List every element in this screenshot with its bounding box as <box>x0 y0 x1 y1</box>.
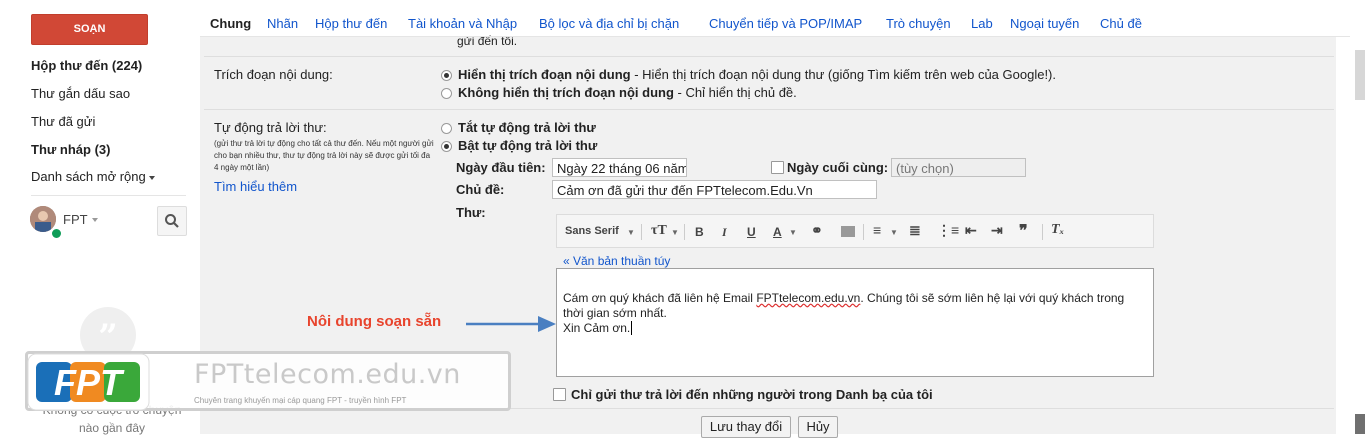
vacation-off-radio[interactable] <box>441 123 452 134</box>
body-link: FPTtelecom.edu.vn <box>756 291 861 305</box>
nav-sent[interactable]: Thư đã gửi <box>31 114 95 129</box>
save-button[interactable]: Lưu thay đổi <box>701 416 791 438</box>
snippets-label: Trích đoạn nội dung: <box>214 67 333 82</box>
subject-label: Chủ đề: <box>456 182 505 197</box>
chat-empty-text: nào gần đây <box>78 421 146 435</box>
underline-icon[interactable]: U <box>747 225 756 239</box>
indent-more-icon[interactable]: ⇥ <box>991 222 1003 239</box>
tab-chat[interactable]: Trò chuyện <box>886 16 951 31</box>
chevron-down-icon[interactable]: ▼ <box>890 228 898 237</box>
tab-filters[interactable]: Bộ lọc và địa chỉ bị chặn <box>539 16 679 31</box>
message-body-text: Cám ơn quý khách đã liên hệ Email FPTtel… <box>563 291 1125 335</box>
quote-icon[interactable]: ❞ <box>1019 221 1028 241</box>
search-icon <box>165 214 179 228</box>
tab-accounts[interactable]: Tài khoản và Nhập <box>408 16 517 31</box>
online-status-icon <box>50 227 63 240</box>
watermark-title: FPTtelecom.edu.vn <box>194 359 461 390</box>
scrollbar-thumb[interactable] <box>1355 414 1365 434</box>
tab-general[interactable]: Chung <box>210 16 252 31</box>
tab-forwarding[interactable]: Chuyển tiếp và POP/IMAP <box>709 16 862 31</box>
link-icon[interactable]: ⚭ <box>811 222 823 239</box>
chevron-down-icon[interactable]: ▼ <box>789 228 797 237</box>
search-people-button[interactable] <box>157 206 187 236</box>
snippets-show-option: Hiển thị trích đoạn nội dung - Hiển thị … <box>458 67 1056 82</box>
chevron-down-icon[interactable] <box>92 218 98 222</box>
chevron-down-icon <box>148 175 155 180</box>
italic-icon[interactable]: I <box>722 225 727 240</box>
font-family-select[interactable]: Sans Serif <box>565 225 619 237</box>
bulleted-list-icon[interactable]: ⋮≡ <box>937 222 959 239</box>
nav-starred[interactable]: Thư gắn dấu sao <box>31 86 130 101</box>
editor-toolbar: Sans Serif ▼ τT ▼ B I U A ▼ ⚭ ≡ ▼ ≣ ⋮≡ ⇤… <box>556 214 1154 248</box>
text-color-icon[interactable]: A <box>773 225 782 239</box>
divider <box>31 195 186 196</box>
divider <box>204 109 1334 110</box>
fpt-logo: FPT <box>27 353 150 411</box>
watermark-subtitle: Chuyên trang khuyến mại cáp quang FPT - … <box>194 396 407 405</box>
remove-formatting-icon[interactable]: Tₓ <box>1051 222 1064 238</box>
snippets-hide-radio[interactable] <box>441 88 452 99</box>
annotation-arrow-icon <box>466 316 556 332</box>
vacation-label: Tự động trả lời thư: <box>214 120 327 135</box>
first-day-label: Ngày đầu tiên: <box>456 160 546 175</box>
bold-icon[interactable]: B <box>695 225 704 239</box>
align-icon[interactable]: ≡ <box>873 222 881 238</box>
image-icon[interactable] <box>841 226 855 237</box>
vacation-hint: (gửi thư trả lời tự động cho tất cả thư … <box>214 139 434 172</box>
tab-offline[interactable]: Ngoại tuyến <box>1010 16 1079 31</box>
nav-more-label: Danh sách mở rộng <box>31 169 146 184</box>
contacts-only-checkbox[interactable] <box>553 388 566 401</box>
contacts-only-label: Chỉ gửi thư trả lời đến những người tron… <box>571 387 933 402</box>
svg-text:FPT: FPT <box>54 362 125 403</box>
divider <box>204 56 1334 57</box>
annotation-label: Nôi dung soạn sẵn <box>307 313 442 330</box>
tab-labels[interactable]: Nhãn <box>267 16 298 31</box>
font-size-icon[interactable]: τT <box>651 223 667 239</box>
plain-text-link[interactable]: « Văn bản thuần túy <box>563 254 670 268</box>
indent-less-icon[interactable]: ⇤ <box>965 222 977 239</box>
cancel-button[interactable]: Hủy <box>798 416 838 438</box>
chevron-down-icon[interactable]: ▼ <box>627 228 635 237</box>
nav-drafts[interactable]: Thư nháp (3) <box>31 142 110 157</box>
scrollbar-thumb[interactable] <box>1355 50 1365 100</box>
nav-inbox[interactable]: Hộp thư đến (224) <box>31 58 142 73</box>
tab-themes[interactable]: Chủ đề <box>1100 16 1142 31</box>
settings-tabs: Chung Nhãn Hộp thư đến Tài khoản và Nhập… <box>200 10 1350 37</box>
vacation-on-radio[interactable] <box>441 141 452 152</box>
nav-more[interactable]: Danh sách mở rộng <box>31 169 155 184</box>
vacation-on-option: Bật tự động trả lời thư <box>458 138 598 153</box>
subject-input[interactable]: Cảm ơn đã gửi thư đến FPTtelecom.Edu.Vn <box>552 180 877 199</box>
chevron-down-icon[interactable]: ▼ <box>671 228 679 237</box>
last-day-label: Ngày cuối cùng: <box>787 160 889 175</box>
learn-more-link[interactable]: Tìm hiểu thêm <box>214 179 297 194</box>
last-day-checkbox[interactable] <box>771 161 784 174</box>
user-name[interactable]: FPT <box>63 212 88 227</box>
message-label: Thư: <box>456 205 486 220</box>
toolbar-separator <box>1042 224 1043 240</box>
toolbar-separator <box>684 224 685 240</box>
vacation-off-option: Tắt tự động trả lời thư <box>458 120 596 135</box>
first-day-input[interactable]: Ngày 22 tháng 06 năm <box>552 158 687 177</box>
snippets-show-radio[interactable] <box>441 70 452 81</box>
toolbar-separator <box>641 224 642 240</box>
tab-labs[interactable]: Lab <box>971 16 993 31</box>
numbered-list-icon[interactable]: ≣ <box>909 222 921 239</box>
last-day-input[interactable]: (tùy chọn) <box>891 158 1026 177</box>
toolbar-separator <box>863 224 864 240</box>
tab-inbox[interactable]: Hộp thư đến <box>315 16 387 31</box>
snippets-hide-option: Không hiển thị trích đoạn nội dung - Chỉ… <box>458 85 797 100</box>
compose-button[interactable]: SOẠN <box>31 14 148 45</box>
